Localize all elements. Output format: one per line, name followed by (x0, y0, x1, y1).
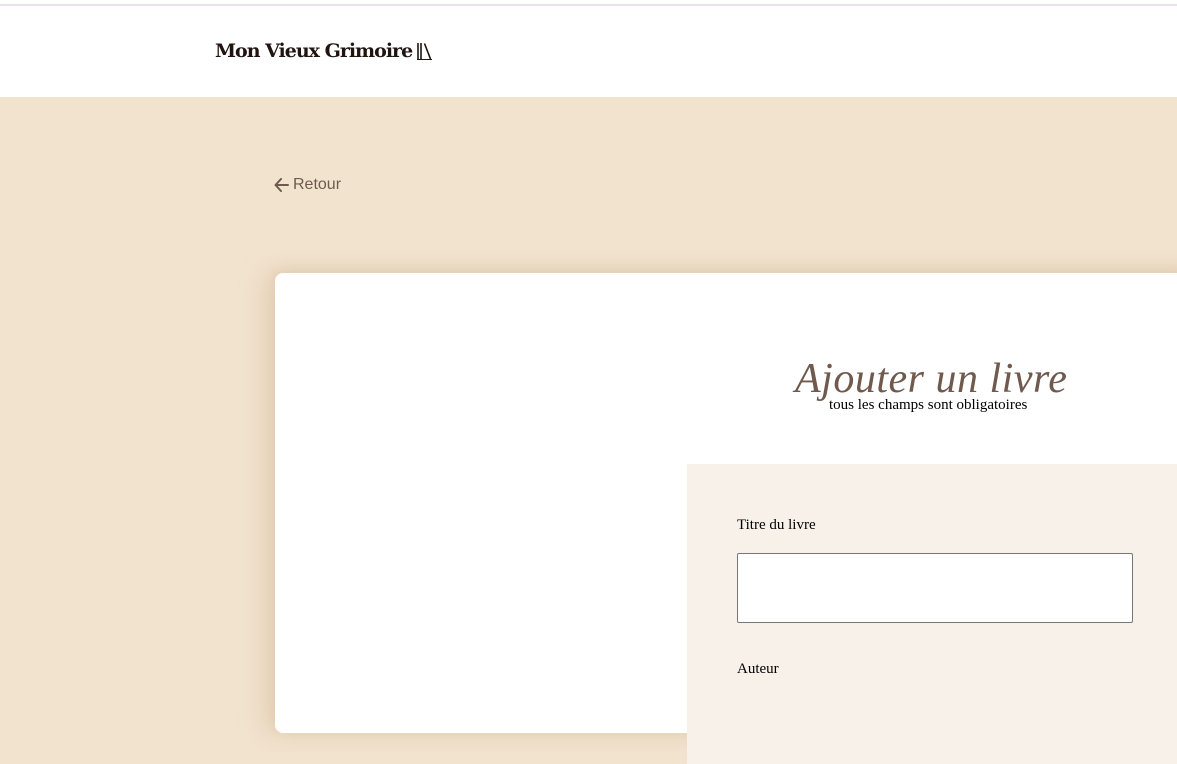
back-link[interactable]: Retour (274, 176, 341, 194)
logo[interactable]: Mon Vieux Grimoire (215, 40, 434, 62)
page-title: Ajouter un livre (795, 356, 1068, 402)
add-book-card: Ajouter un livre tous les champs sont ob… (275, 273, 1177, 764)
page-subtitle: tous les champs sont obligatoires (829, 397, 1028, 413)
author-label: Auteur (737, 661, 779, 677)
books-icon (416, 41, 434, 61)
book-title-input[interactable] (737, 553, 1133, 623)
add-book-form: Titre du livre Auteur (687, 464, 1177, 764)
back-link-label: Retour (293, 176, 342, 193)
arrow-left-icon (274, 178, 289, 192)
site-header: Mon Vieux Grimoire (0, 6, 1177, 97)
book-title-label: Titre du livre (737, 517, 816, 533)
logo-text: Mon Vieux Grimoire (215, 40, 413, 62)
top-border (0, 0, 1177, 5)
